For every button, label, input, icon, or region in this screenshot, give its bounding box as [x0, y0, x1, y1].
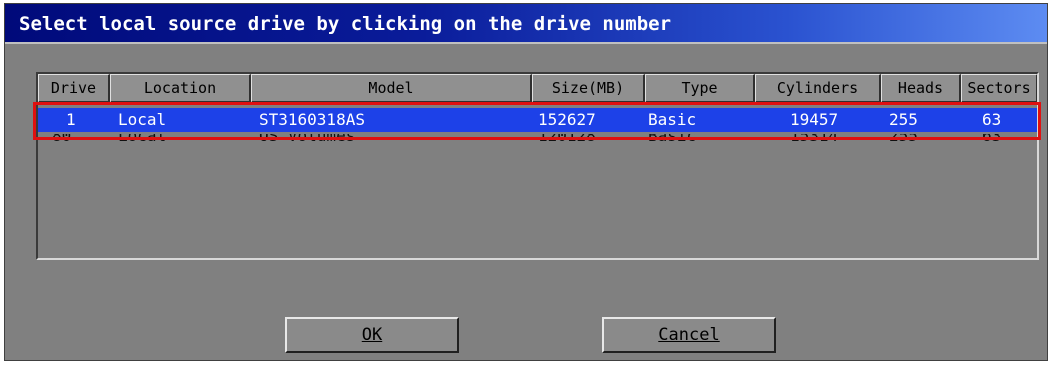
column-header-drive[interactable]: Drive [38, 74, 110, 103]
cell-drive: 1 [66, 110, 76, 129]
column-header-sectors[interactable]: Sectors [961, 74, 1037, 103]
cell-sectors: 63 [982, 134, 1002, 145]
cell-heads: 255 [889, 110, 918, 129]
cell-location: Local [118, 134, 167, 145]
cancel-button[interactable]: Cancel [602, 317, 776, 353]
column-header-model[interactable]: Model [251, 74, 532, 103]
cell-model: OS Volumes [259, 134, 356, 145]
column-header-cylinders[interactable]: Cylinders [755, 74, 881, 103]
cancel-button-label: Cancel [658, 325, 720, 345]
column-header-size[interactable]: Size(MB) [532, 74, 645, 103]
cell-cylinders: 15314 [790, 134, 839, 145]
drive-list-header: Drive Location Model Size(MB) Type Cylin… [38, 74, 1037, 103]
cell-sectors: 63 [982, 110, 1002, 129]
ok-button-label: OK [361, 325, 383, 345]
dialog-title: Select local source drive by clicking on… [5, 4, 1047, 44]
cell-type: Basic [648, 134, 697, 145]
select-drive-dialog: Select local source drive by clicking on… [4, 3, 1048, 361]
cell-cylinders: 19457 [790, 110, 839, 129]
cell-model: ST3160318AS [259, 110, 365, 129]
cell-heads: 255 [889, 134, 918, 145]
ok-button[interactable]: OK [285, 317, 459, 353]
drive-row-80[interactable]: 80 Local OS Volumes 120128 Basic 15314 2… [38, 134, 1037, 148]
column-header-heads[interactable]: Heads [881, 74, 961, 103]
column-header-type[interactable]: Type [645, 74, 755, 103]
drive-list[interactable]: Drive Location Model Size(MB) Type Cylin… [36, 72, 1039, 260]
drive-row-1[interactable]: 1 Local ST3160318AS 152627 Basic 19457 2… [38, 108, 1037, 132]
cell-location: Local [118, 110, 167, 129]
column-header-location[interactable]: Location [110, 74, 251, 103]
cell-type: Basic [648, 110, 697, 129]
cell-size: 152627 [538, 110, 596, 129]
cell-drive: 80 [52, 134, 72, 145]
cell-size: 120128 [538, 134, 596, 145]
